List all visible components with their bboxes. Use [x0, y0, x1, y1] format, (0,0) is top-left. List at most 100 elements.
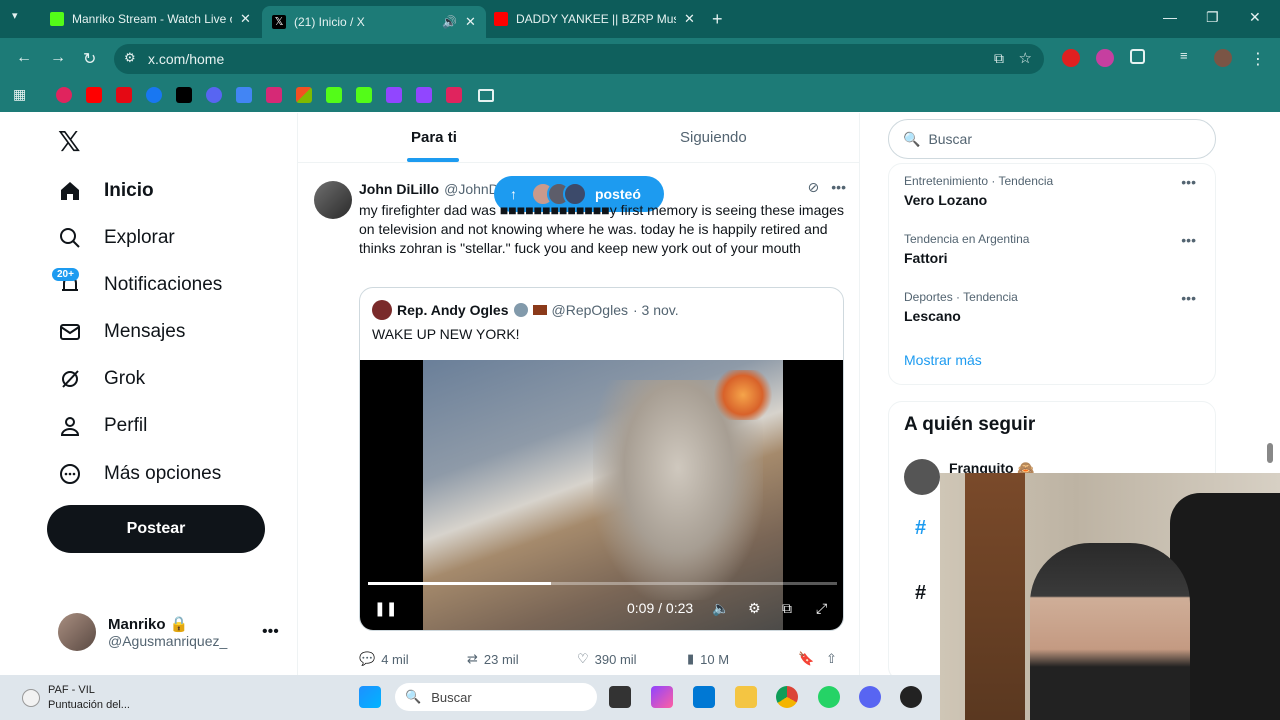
sidebar-item-explorar[interactable]: Explorar [56, 224, 175, 252]
search-input[interactable]: 🔍 Buscar [888, 119, 1216, 159]
more-icon[interactable]: ••• [1181, 232, 1196, 248]
file-explorer-icon[interactable] [735, 686, 757, 708]
extensions-puzzle-icon[interactable] [1130, 49, 1145, 64]
forward-icon[interactable]: → [50, 49, 66, 67]
browser-tab-kick[interactable]: Manriko Stream - Watch Live o ✕ [40, 6, 261, 32]
show-more-link[interactable]: Mostrar más [904, 352, 982, 368]
bookmark-icon[interactable] [56, 87, 72, 103]
close-window-icon[interactable]: ✕ [1249, 9, 1261, 26]
sidebar-item-grok[interactable]: Grok [56, 365, 145, 393]
video-player[interactable]: ❚❚ 0:09 / 0:23 🔈 ⚙ ⧉ ⤢ [360, 360, 843, 630]
obs-icon[interactable] [900, 686, 922, 708]
browser-tab-x[interactable]: 𝕏 (21) Inicio / X 🔊 ✕ [262, 6, 486, 38]
bookmark-netflix-icon[interactable] [116, 87, 132, 103]
bookmark-instagram-icon[interactable] [266, 87, 282, 103]
new-tab-icon[interactable]: + [712, 9, 723, 30]
repost-button[interactable]: ⇄ 23 mil [467, 651, 519, 667]
copilot-icon[interactable] [651, 686, 673, 708]
speaker-icon[interactable]: 🔊 [442, 15, 457, 29]
like-button[interactable]: ♡ 390 mil [577, 651, 637, 667]
fullscreen-icon[interactable]: ⤢ [816, 600, 827, 617]
site-info-icon[interactable]: ⚙ [124, 50, 136, 66]
bookmark-kick-icon[interactable] [326, 87, 342, 103]
bookmark-facebook-icon[interactable] [146, 87, 162, 103]
tab-search-icon[interactable]: ▾ [12, 9, 18, 22]
task-view-icon[interactable] [609, 686, 631, 708]
sidebar-item-perfil[interactable]: Perfil [56, 412, 147, 440]
taskbar-search[interactable]: 🔍 Buscar [395, 683, 597, 711]
tab-para-ti[interactable]: Para ti [411, 129, 457, 146]
reply-button[interactable]: 💬 4 mil [359, 651, 409, 667]
bookmark-x-icon[interactable] [176, 87, 192, 103]
settings-gear-icon[interactable]: ⚙ [748, 600, 761, 617]
browser-tab-youtube[interactable]: DADDY YANKEE || BZRP Music S ✕ [484, 6, 705, 32]
media-control-icon[interactable]: ≡ [1180, 48, 1198, 66]
volume-icon[interactable]: 🔈 [712, 600, 729, 617]
chrome-icon[interactable] [776, 686, 798, 708]
sidebar-item-mas-opciones[interactable]: Más opciones [56, 460, 221, 488]
video-time: 0:09 / 0:23 [627, 600, 694, 616]
omnibox[interactable]: ⚙ x.com/home ⧉ ☆ [114, 44, 1044, 74]
verified-gray-icon [513, 303, 528, 317]
close-tab-icon[interactable]: ✕ [684, 11, 695, 27]
kick-favicon-icon [50, 12, 64, 26]
menu-kebab-icon[interactable]: ⋮ [1250, 49, 1266, 69]
avatar[interactable] [904, 459, 940, 495]
tab-siguiendo[interactable]: Siguiendo [680, 129, 747, 146]
apps-grid-icon[interactable]: ▦ [13, 86, 29, 102]
minimize-icon[interactable]: — [1163, 9, 1177, 25]
sidebar-item-notificaciones[interactable]: Notificaciones [56, 271, 222, 299]
install-app-icon[interactable]: ⧉ [994, 50, 1004, 67]
bookmark-twitch-icon[interactable] [386, 87, 402, 103]
pip-icon[interactable]: ⧉ [782, 600, 792, 617]
bookmark-microsoft-icon[interactable] [296, 87, 312, 103]
windows-start-icon[interactable] [359, 686, 381, 708]
account-switcher[interactable]: Manriko 🔒 @Agusmanriquez_ [58, 613, 227, 651]
bookmark-twitch-icon[interactable] [416, 87, 432, 103]
extension-icon[interactable] [1062, 49, 1080, 67]
extension-icon[interactable] [1096, 49, 1114, 67]
discord-icon[interactable] [859, 686, 881, 708]
avatar[interactable] [314, 181, 352, 219]
url-text: x.com/home [148, 51, 225, 67]
bookmark-translate-icon[interactable] [236, 87, 252, 103]
bookmark-youtube-icon[interactable] [86, 87, 102, 103]
quote-date: · 3 nov. [632, 302, 679, 318]
trend-item[interactable]: Deportes · Tendencia Lescano ••• [904, 290, 1204, 324]
back-icon[interactable]: ← [16, 49, 32, 67]
restore-icon[interactable]: ❐ [1206, 9, 1219, 26]
grok-icon[interactable]: ⊘ [808, 179, 820, 196]
profile-avatar-icon[interactable] [1214, 49, 1232, 67]
trend-item[interactable]: Entretenimiento · Tendencia Vero Lozano … [904, 174, 1204, 208]
store-icon[interactable] [693, 686, 715, 708]
post-button[interactable]: Postear [47, 505, 265, 553]
sidebar-item-mensajes[interactable]: Mensajes [56, 318, 185, 346]
account-more-icon[interactable]: ••• [262, 623, 279, 641]
quoted-tweet[interactable]: Rep. Andy Ogles @RepOgles · 3 nov. WAKE … [359, 287, 844, 631]
x-logo-icon[interactable]: 𝕏 [58, 125, 81, 158]
tweet-author-name[interactable]: John DiLillo [359, 181, 439, 197]
news-widget[interactable]: PAF - VIL Puntuación del... [48, 683, 130, 713]
close-tab-icon[interactable]: ✕ [465, 14, 476, 30]
more-icon[interactable]: ••• [831, 179, 846, 196]
sidebar-item-inicio[interactable]: Inicio [56, 177, 154, 205]
scrollbar-thumb[interactable] [1267, 443, 1273, 463]
bookmark-button[interactable]: 🔖 [798, 651, 814, 667]
sidebar-item-label: Notificaciones [104, 274, 223, 295]
bookmark-icon[interactable] [446, 87, 462, 103]
more-icon[interactable]: ••• [1181, 290, 1196, 306]
share-button[interactable]: ⇧ [826, 651, 837, 667]
trend-name: Lescano [904, 308, 961, 324]
whatsapp-icon[interactable] [818, 686, 840, 708]
bookmark-kick-icon[interactable] [356, 87, 372, 103]
video-progress-bar[interactable] [368, 582, 837, 585]
close-tab-icon[interactable]: ✕ [240, 11, 251, 27]
views-button[interactable]: ▮ 10 M [687, 651, 729, 667]
bookmark-star-icon[interactable]: ☆ [1019, 49, 1032, 67]
reload-icon[interactable]: ↻ [83, 49, 96, 69]
pause-icon[interactable]: ❚❚ [374, 600, 397, 617]
more-icon[interactable]: ••• [1181, 174, 1196, 190]
bookmark-discord-icon[interactable] [206, 87, 222, 103]
folder-icon[interactable] [478, 89, 494, 102]
trend-item[interactable]: Tendencia en Argentina Fattori ••• [904, 232, 1204, 266]
